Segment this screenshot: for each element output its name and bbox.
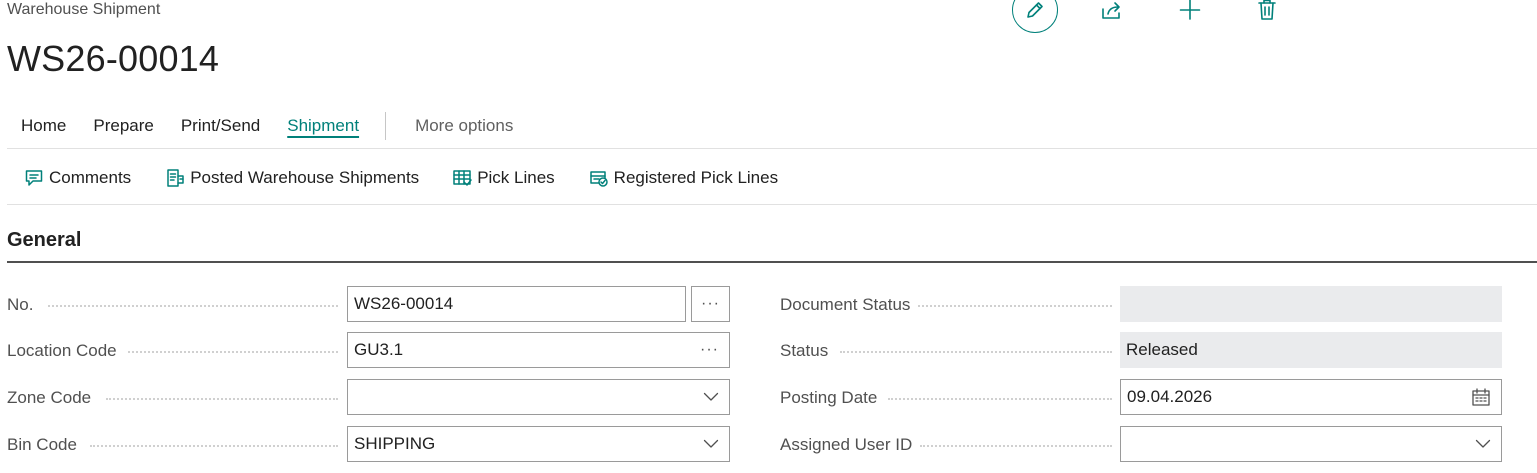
ellipsis-icon: ··· [701, 295, 720, 312]
action-menu-bar: Home Prepare Print/Send Shipment More op… [0, 112, 519, 140]
registered-pick-lines-action-label: Registered Pick Lines [613, 168, 779, 187]
comment-icon [24, 168, 44, 188]
posted-shipments-action-label: Posted Warehouse Shipments [190, 168, 420, 187]
posted-shipments-icon [165, 168, 185, 188]
page-caption: Warehouse Shipment [7, 1, 161, 18]
menu-home[interactable]: Home [21, 116, 66, 136]
label-leader-dots [920, 445, 1112, 447]
pick-lines-action-label: Pick Lines [477, 168, 555, 187]
label-leader-dots [918, 305, 1112, 307]
trash-icon [1258, 0, 1276, 20]
new-button[interactable] [1178, 0, 1202, 22]
pencil-icon [1027, 2, 1043, 18]
location-code-field[interactable]: GU3.1 ··· [347, 332, 730, 368]
label-leader-dots [888, 398, 1112, 400]
edit-button[interactable] [1012, 0, 1058, 33]
field-label-status: Status [780, 341, 829, 360]
page-title: WS26-00014 [7, 38, 220, 79]
label-leader-dots [840, 351, 1112, 353]
chevron-down-icon [703, 380, 719, 414]
label-leader-dots [48, 305, 338, 307]
menu-separator [385, 112, 387, 140]
bin-code-value: SHIPPING [354, 434, 436, 453]
field-label-zone-code: Zone Code [7, 388, 92, 407]
comments-action[interactable]: Comments [24, 168, 131, 188]
menu-shipment[interactable]: Shipment [287, 116, 359, 136]
location-code-value: GU3.1 [354, 340, 404, 359]
pick-lines-icon [452, 168, 472, 188]
field-label-no: No. [7, 295, 34, 314]
posted-shipments-action[interactable]: Posted Warehouse Shipments [165, 168, 419, 188]
field-label-location-code: Location Code [7, 341, 117, 360]
label-leader-dots [90, 445, 338, 447]
plus-icon [1179, 0, 1201, 20]
menu-more-options[interactable]: More options [415, 116, 513, 136]
section-title-general[interactable]: General [7, 229, 81, 252]
assigned-user-id-select[interactable] [1120, 426, 1502, 462]
field-label-document-status: Document Status [780, 295, 911, 314]
zone-code-select[interactable] [347, 379, 730, 415]
share-icon [1102, 2, 1120, 19]
ellipsis-icon[interactable]: ··· [700, 333, 719, 367]
field-label-posting-date: Posting Date [780, 388, 878, 407]
label-leader-dots [106, 398, 338, 400]
registered-pick-lines-action[interactable]: Registered Pick Lines [589, 168, 778, 188]
posting-date-value: 09.04.2026 [1127, 387, 1213, 406]
menu-prepare[interactable]: Prepare [93, 116, 153, 136]
menu-print-send[interactable]: Print/Send [181, 116, 260, 136]
chevron-down-icon [703, 427, 719, 461]
divider [7, 204, 1537, 205]
comments-action-label: Comments [49, 168, 132, 187]
status-value: Released [1126, 340, 1198, 359]
label-leader-dots [128, 351, 338, 353]
document-status-field [1120, 286, 1502, 322]
no-field-value: WS26-00014 [354, 294, 454, 313]
bin-code-select[interactable]: SHIPPING [347, 426, 730, 462]
no-field[interactable]: WS26-00014 [347, 286, 686, 322]
section-divider [7, 261, 1537, 263]
no-assist-button[interactable]: ··· [691, 286, 730, 322]
status-field: Released [1120, 332, 1502, 368]
pick-lines-action[interactable]: Pick Lines [452, 168, 555, 188]
field-label-assigned-user-id: Assigned User ID [780, 435, 913, 454]
share-button[interactable] [1100, 0, 1124, 22]
registered-pick-lines-icon [589, 168, 609, 188]
chevron-down-icon [1475, 427, 1491, 461]
delete-button[interactable] [1256, 0, 1278, 22]
divider [7, 148, 1537, 149]
shipment-actions-bar: Comments Posted Warehouse Shipments Pick… [0, 164, 778, 192]
posting-date-field[interactable]: 09.04.2026 [1120, 379, 1502, 415]
calendar-icon[interactable] [1471, 380, 1491, 414]
field-label-bin-code: Bin Code [7, 435, 77, 454]
